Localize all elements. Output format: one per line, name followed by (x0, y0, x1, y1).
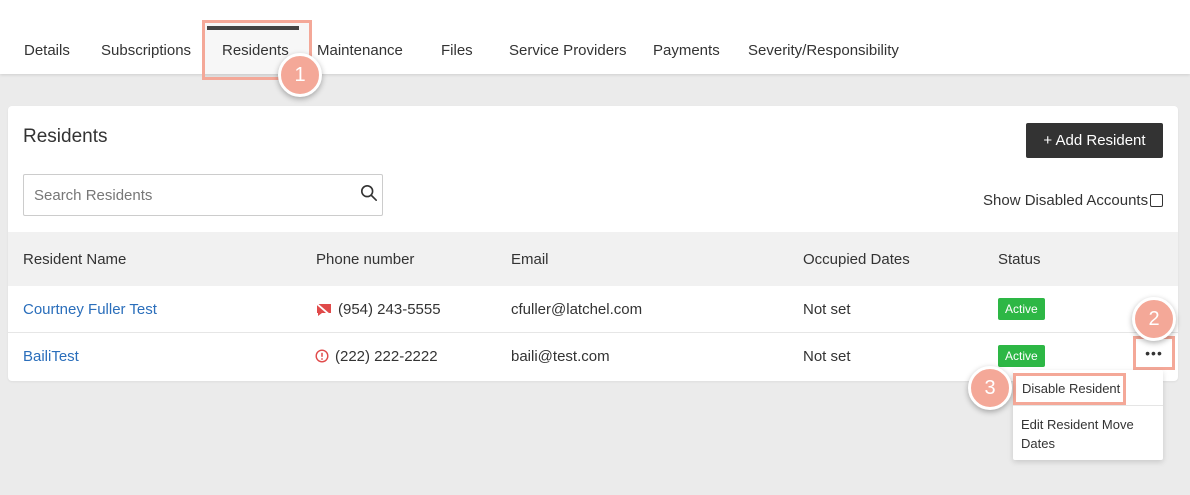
menu-divider (1013, 405, 1163, 406)
residents-card: Residents + Add Resident Show Disabled A… (8, 106, 1178, 381)
tab-maintenance[interactable]: Maintenance (317, 42, 403, 59)
tab-severity-responsibility[interactable]: Severity/Responsibility (748, 42, 899, 59)
phone-number: (222) 222-2222 (335, 348, 438, 365)
top-nav: Details Subscriptions Residents Maintena… (0, 0, 1190, 80)
search-input[interactable] (24, 175, 344, 215)
menu-item-disable-resident[interactable]: Disable Resident (1013, 373, 1126, 405)
column-header-dates[interactable]: Occupied Dates (803, 251, 910, 268)
no-sms-icon (316, 303, 332, 317)
tab-residents[interactable]: Residents (222, 42, 289, 59)
tab-files[interactable]: Files (441, 42, 473, 59)
row-actions-menu: Disable Resident Edit Resident Move Date… (1013, 370, 1163, 460)
row-actions-button[interactable]: ••• (1133, 336, 1175, 370)
card-title: Residents (23, 126, 108, 147)
step-badge-3: 3 (968, 366, 1012, 410)
status-badge: Active (998, 298, 1045, 320)
tab-subscriptions[interactable]: Subscriptions (101, 42, 191, 59)
show-disabled-checkbox[interactable] (1150, 194, 1163, 207)
status-badge: Active (998, 345, 1045, 367)
occupied-dates: Not set (803, 301, 851, 318)
phone-number: (954) 243-5555 (338, 301, 441, 318)
column-header-status[interactable]: Status (998, 251, 1041, 268)
column-header-phone[interactable]: Phone number (316, 251, 414, 268)
step-badge-1: 1 (278, 53, 322, 97)
add-resident-button[interactable]: + Add Resident (1026, 123, 1163, 158)
search-box (23, 174, 383, 216)
tab-service-providers[interactable]: Service Providers (509, 42, 627, 59)
warning-icon (315, 349, 329, 363)
table-header: Resident Name Phone number Email Occupie… (8, 232, 1178, 286)
tab-payments[interactable]: Payments (653, 42, 720, 59)
column-header-name[interactable]: Resident Name (23, 251, 126, 268)
search-icon[interactable] (360, 184, 378, 202)
show-disabled-label: Show Disabled Accounts (983, 192, 1149, 209)
table-row: Courtney Fuller Test (954) 243-5555 cful… (8, 286, 1178, 333)
email: cfuller@latchel.com (511, 301, 643, 318)
column-header-email[interactable]: Email (511, 251, 549, 268)
resident-name-link[interactable]: Courtney Fuller Test (23, 301, 157, 318)
active-tab-indicator (207, 26, 299, 30)
occupied-dates: Not set (803, 348, 851, 365)
resident-name-link[interactable]: BailiTest (23, 348, 79, 365)
menu-item-edit-move-dates[interactable]: Edit Resident Move Dates (1021, 415, 1151, 453)
step-badge-2: 2 (1132, 297, 1176, 341)
email: baili@test.com (511, 348, 610, 365)
tab-details[interactable]: Details (24, 42, 70, 59)
